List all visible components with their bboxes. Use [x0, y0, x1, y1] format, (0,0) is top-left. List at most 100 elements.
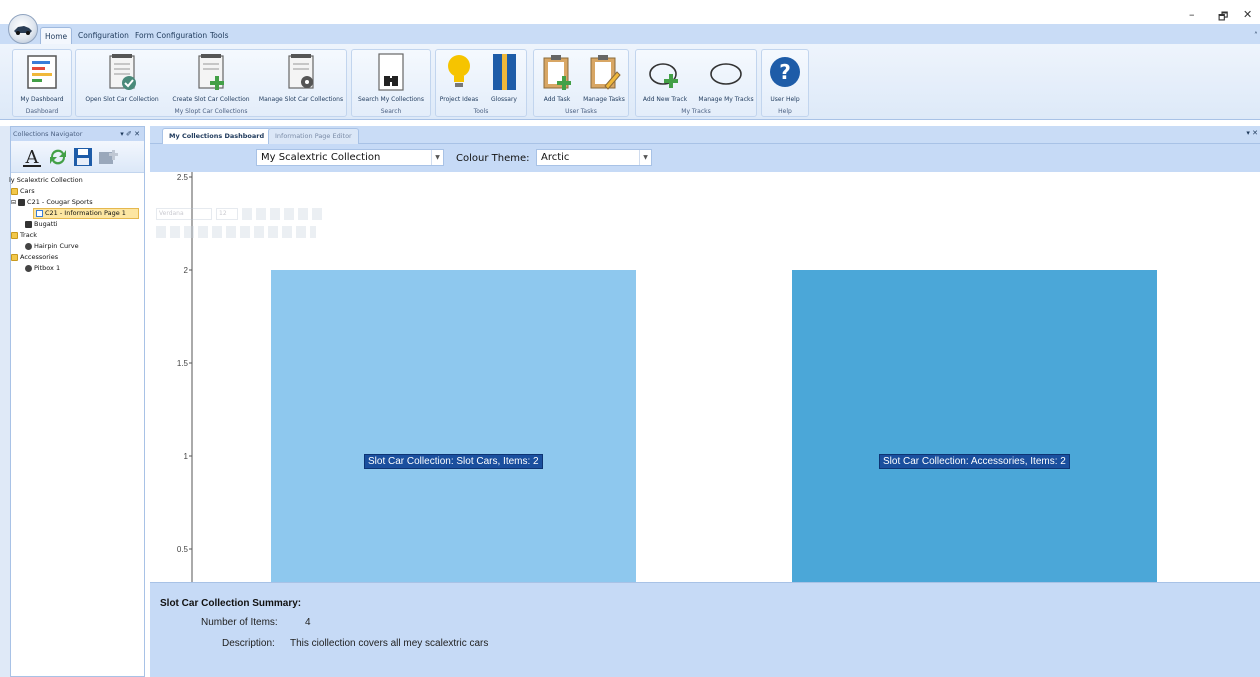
user-help-button[interactable]: ? User Help: [762, 52, 808, 108]
tab-tools[interactable]: Tools: [206, 27, 232, 44]
race-car-icon: [14, 26, 32, 35]
tab-my-collections-dashboard[interactable]: My Collections Dashboard: [162, 128, 272, 144]
group-search: Search My Collections Search: [351, 49, 431, 117]
items-count-label: Number of Items:: [201, 617, 278, 628]
save-icon[interactable]: [72, 146, 94, 168]
y-tick-label: 0.5: [177, 545, 189, 554]
tree-item-information-page[interactable]: C21 - Information Page 1: [33, 208, 139, 219]
document-tab-strip: My Collections Dashboard Information Pag…: [150, 126, 1260, 144]
car-icon: [25, 221, 32, 228]
bar-data-label-slot-cars: Slot Car Collection: Slot Cars, Items: 2: [364, 454, 543, 469]
font-name-box[interactable]: Verdana: [156, 208, 212, 220]
tree-item-track[interactable]: Track: [11, 230, 37, 241]
track-icon: [710, 63, 742, 85]
bar-accessories[interactable]: [792, 270, 1157, 582]
y-tick-label: 2.5: [177, 173, 189, 182]
tab-form-configuration[interactable]: Form Configuration: [131, 27, 211, 44]
description-value: This ciollection covers all mey scalextr…: [290, 638, 489, 649]
page-icon: [36, 210, 43, 217]
application-menu-button[interactable]: [8, 14, 38, 44]
tree-item-bugatti[interactable]: Bugatti: [25, 219, 58, 230]
y-tick-label: 1.5: [177, 359, 189, 368]
faded-format-toolbar: Verdana 12: [156, 208, 336, 242]
clipboard-add-icon: [543, 55, 571, 90]
group-tools: Project Ideas Glossary Tools: [435, 49, 527, 117]
bar-slot-cars[interactable]: [271, 270, 636, 582]
help-question-icon: ?: [770, 57, 800, 87]
minimize-button[interactable]: –: [1189, 8, 1195, 21]
collapse-toggle-icon[interactable]: ⊟: [11, 197, 16, 208]
tree-item-collection[interactable]: ly Scalextric Collection: [9, 175, 83, 186]
font-a-icon[interactable]: A: [21, 146, 43, 168]
left-dock-strip: [0, 126, 10, 677]
lightbulb-icon: [448, 55, 470, 87]
close-button[interactable]: ✕: [1243, 8, 1252, 21]
folder-icon: [11, 188, 18, 195]
open-collection-icon: [109, 54, 136, 90]
navigator-toolbar: A: [11, 141, 144, 173]
group-help: ? User Help Help: [761, 49, 809, 117]
document-tabs-menu[interactable]: ▾ ✕: [1246, 129, 1258, 137]
ribbon: My Dashboard Dashboard Open Slot Car Col…: [0, 44, 1260, 120]
open-slot-car-collection-button[interactable]: Open Slot Car Collection: [78, 52, 166, 108]
dashboard-icon: [27, 55, 57, 89]
clipboard-edit-icon: [590, 55, 621, 90]
tree-item-pitbox[interactable]: Pitbox 1: [25, 263, 60, 274]
folder-icon: [11, 232, 18, 239]
collection-select[interactable]: My Scalextric Collection ▼: [256, 149, 444, 166]
folder-icon: [11, 254, 18, 261]
navigator-header: Collections Navigator ▾ ✐ ✕: [11, 127, 144, 141]
project-ideas-button[interactable]: Project Ideas: [436, 52, 482, 108]
search-my-collections-button[interactable]: Search My Collections: [352, 52, 430, 108]
y-tick-label: 2: [184, 266, 189, 275]
app-window: – 🗗 ✕ Home Configuration Form Configurat…: [0, 0, 1260, 677]
svg-text:A: A: [25, 147, 40, 168]
manage-tasks-button[interactable]: Manage Tasks: [580, 52, 628, 108]
create-slot-car-collection-button[interactable]: Create Slot Car Collection: [166, 52, 256, 108]
chevron-down-icon[interactable]: ▼: [639, 150, 651, 165]
manage-my-tracks-button[interactable]: Manage My Tracks: [696, 52, 756, 108]
navigator-title: Collections Navigator: [13, 130, 83, 138]
chevron-down-icon[interactable]: ▼: [431, 150, 443, 165]
tree-item-cars[interactable]: Cars: [11, 186, 35, 197]
bar-data-label-accessories: Slot Car Collection: Accessories, Items:…: [879, 454, 1070, 469]
format-buttons-row[interactable]: [242, 208, 322, 220]
manage-slot-car-collections-button[interactable]: Manage Slot Car Collections: [256, 52, 346, 108]
refresh-icon[interactable]: [47, 146, 69, 168]
collection-summary-panel: Slot Car Collection Summary: Number of I…: [150, 582, 1260, 677]
ribbon-tab-strip: Home Configuration Form Configuration To…: [0, 24, 1260, 44]
svg-text:?: ?: [779, 60, 791, 84]
track-add-icon: [649, 63, 678, 88]
group-user-tasks: Add Task Manage Tasks User Tasks: [533, 49, 629, 117]
binoculars-icon: [378, 53, 404, 91]
glossary-button[interactable]: Glossary: [482, 52, 526, 108]
accessory-icon: [25, 265, 32, 272]
colour-theme-select[interactable]: Arctic ▼: [536, 149, 652, 166]
tree-item-cougar-sports[interactable]: ⊟ C21 - Cougar Sports: [11, 197, 93, 208]
manage-collections-gear-icon: [288, 54, 314, 89]
create-collection-icon: [198, 54, 224, 90]
group-dashboard: My Dashboard Dashboard: [12, 49, 72, 117]
tab-information-page-editor[interactable]: Information Page Editor: [268, 128, 359, 144]
tree-item-hairpin-curve[interactable]: Hairpin Curve: [25, 241, 79, 252]
track-piece-icon: [25, 243, 32, 250]
navigator-pin-close-controls[interactable]: ▾ ✐ ✕: [120, 127, 140, 141]
summary-title: Slot Car Collection Summary:: [160, 598, 302, 609]
add-task-button[interactable]: Add Task: [534, 52, 580, 108]
collection-chart: 0.5 1 1.5 2 2.5 Verdana 12 Slot Car Collecti…: [150, 172, 1260, 582]
ribbon-collapse-button[interactable]: ˄: [1250, 27, 1260, 44]
group-slot-car-collections: Open Slot Car Collection Create Slot Car…: [75, 49, 347, 117]
font-size-box[interactable]: 12: [216, 208, 238, 220]
tab-home[interactable]: Home: [40, 27, 73, 44]
add-new-track-button[interactable]: Add New Track: [636, 52, 694, 108]
dashboard-selector-bar: My Scalextric Collection ▼ Colour Theme:…: [150, 144, 1260, 172]
tree-item-accessories[interactable]: Accessories: [11, 252, 58, 263]
my-dashboard-button[interactable]: My Dashboard: [13, 52, 71, 108]
add-item-icon[interactable]: [97, 146, 119, 168]
y-tick-label: 1: [184, 452, 189, 461]
format-buttons-row-2[interactable]: [156, 226, 316, 238]
tab-configuration[interactable]: Configuration: [74, 27, 133, 44]
car-icon: [18, 199, 26, 206]
book-icon: [493, 54, 516, 90]
title-bar: – 🗗 ✕: [0, 0, 1260, 24]
